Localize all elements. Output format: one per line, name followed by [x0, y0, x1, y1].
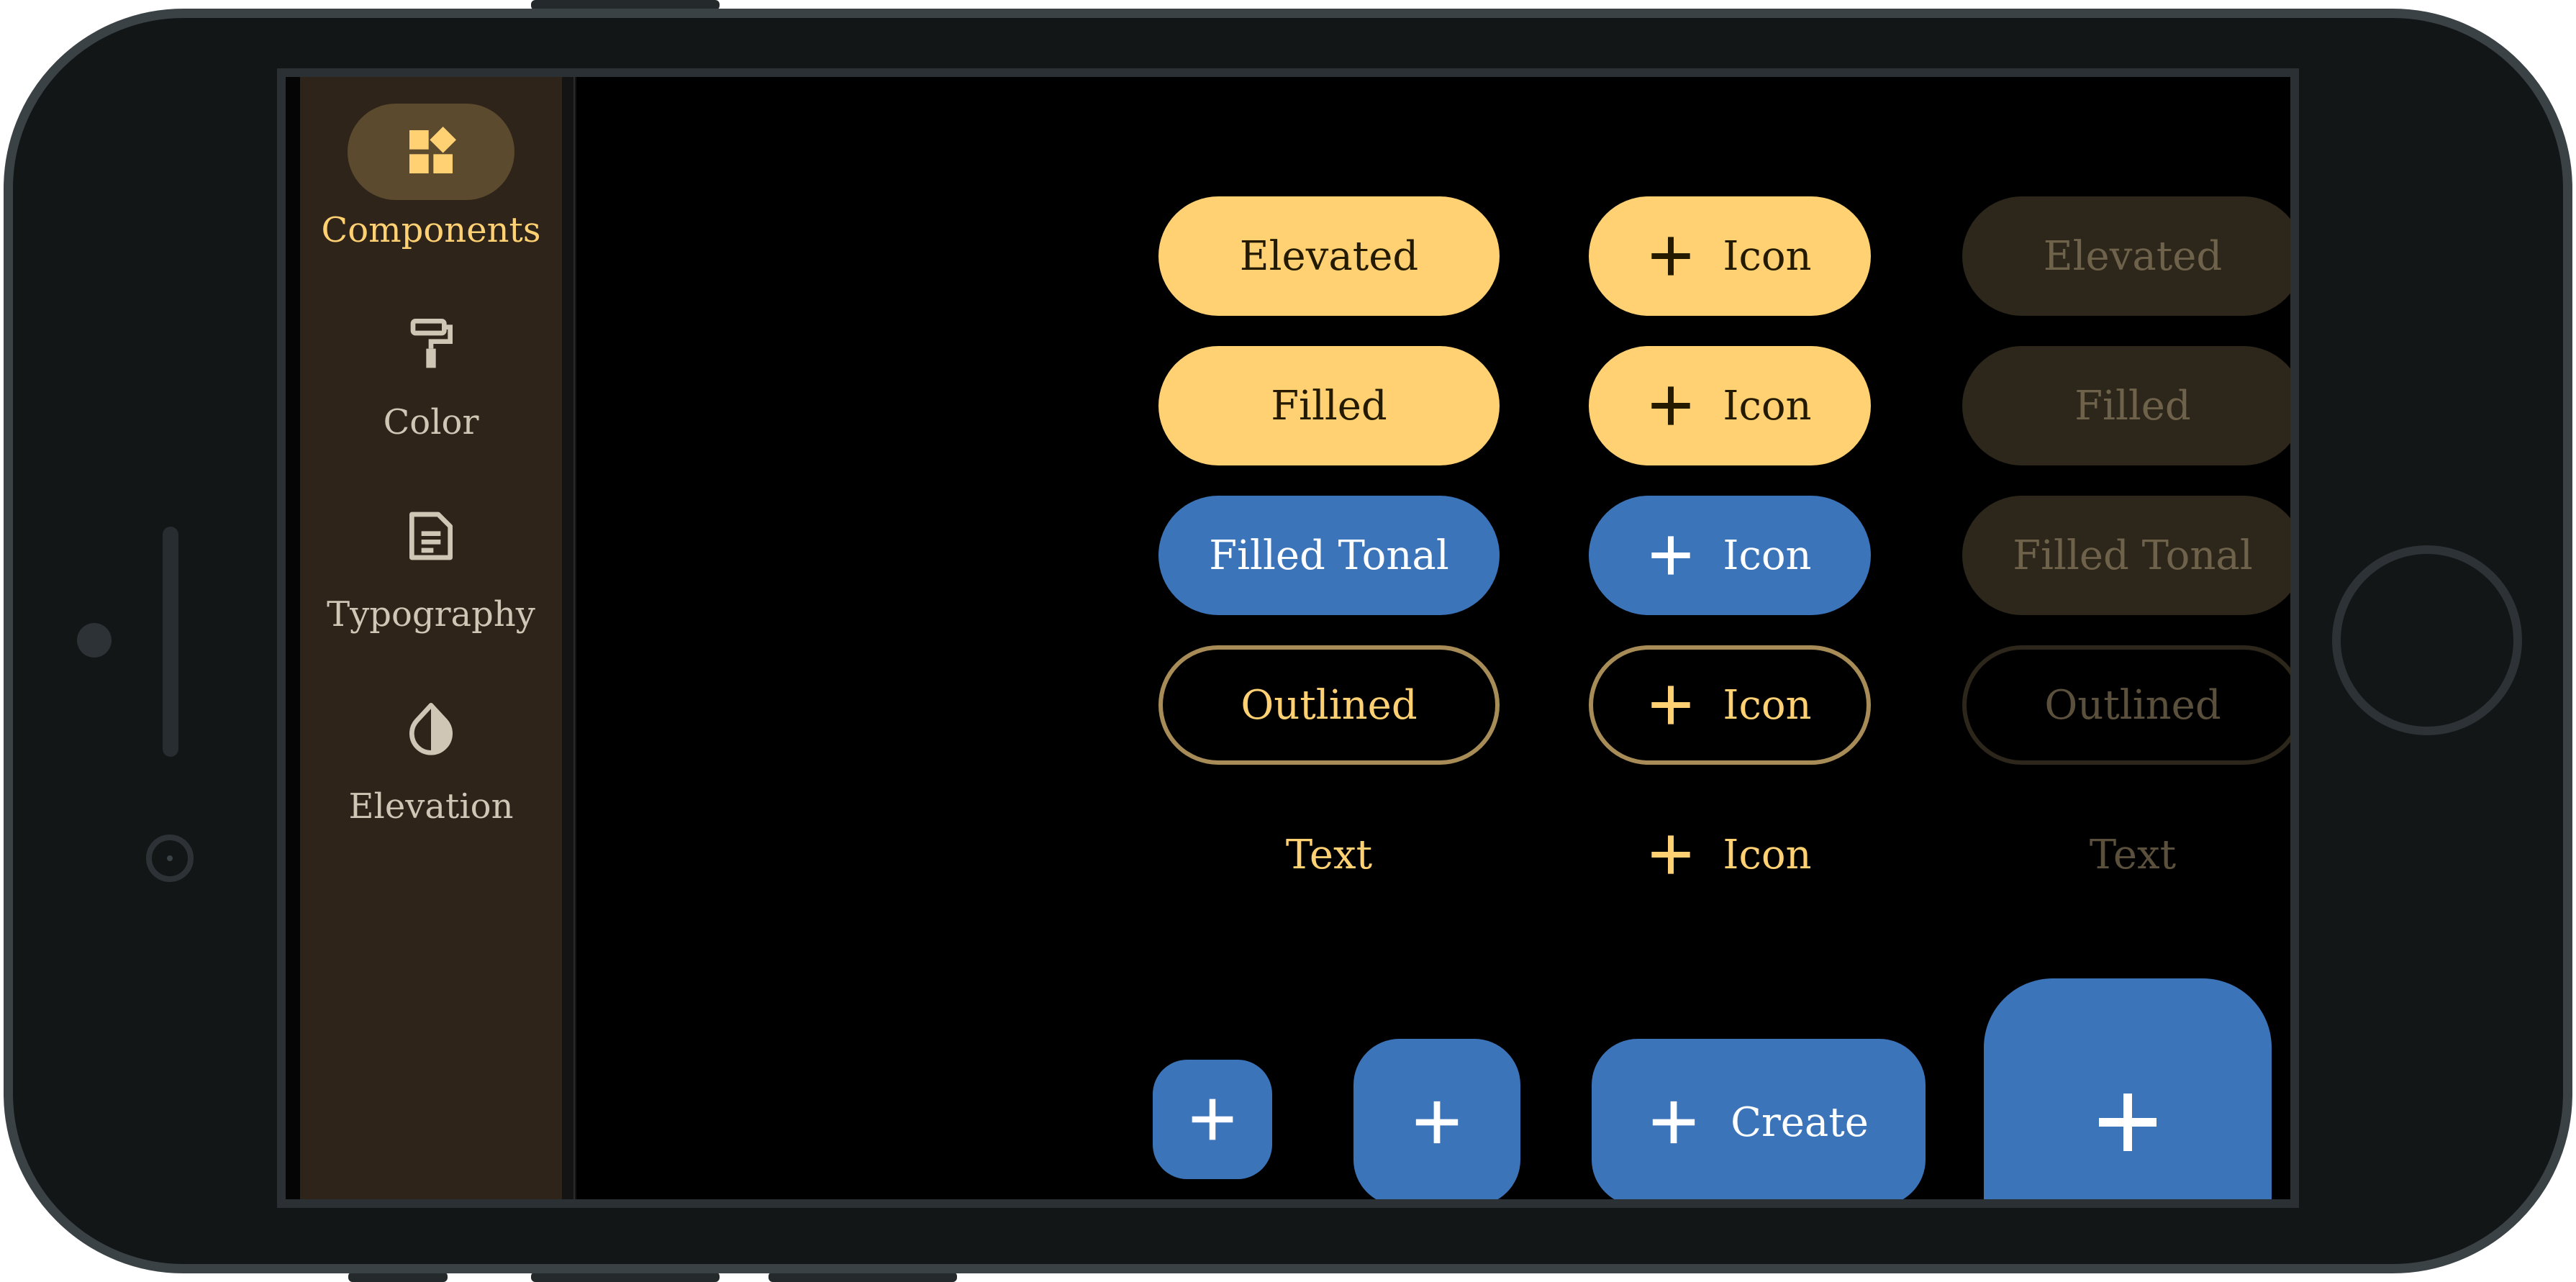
front-camera: [146, 835, 194, 882]
add-icon: [1415, 1101, 1459, 1144]
add-icon: [1192, 1099, 1233, 1140]
navigation-rail: Components Color Typography Elevation: [300, 77, 562, 1199]
filled-tonal-icon-button[interactable]: Icon: [1589, 496, 1871, 615]
document-icon: [409, 512, 453, 560]
rail-item-label: Components: [321, 210, 541, 250]
rail-icon-container: [348, 296, 514, 392]
filled-tonal-button[interactable]: Filled Tonal: [1158, 496, 1500, 615]
app-screen: Components Color Typography Elevation El…: [277, 68, 2299, 1208]
button-label: Outlined: [1241, 681, 1418, 729]
outlined-button[interactable]: Outlined: [1158, 645, 1500, 765]
text-icon-button[interactable]: Icon: [1589, 795, 1871, 914]
paint-roller-icon: [410, 319, 453, 368]
speaker-slot: [163, 527, 178, 757]
outlined-icon-button[interactable]: Icon: [1589, 645, 1871, 765]
button-label: Text: [1285, 831, 1373, 878]
add-icon: [1651, 536, 1691, 575]
add-icon: [1651, 237, 1691, 276]
rail-item-label: Color: [383, 402, 479, 442]
filled-icon-button[interactable]: Icon: [1589, 346, 1871, 465]
home-button[interactable]: [2332, 545, 2522, 735]
add-icon: [1651, 386, 1691, 425]
button-label: Icon: [1723, 382, 1812, 429]
large-fab[interactable]: [1984, 978, 2272, 1199]
button-label: Text: [2089, 831, 2177, 878]
rail-item-elevation[interactable]: Elevation: [300, 680, 562, 853]
button-label: Outlined: [2044, 681, 2221, 729]
opacity-drop-icon: [409, 703, 453, 755]
elevated-icon-button[interactable]: Icon: [1589, 196, 1871, 316]
elevated-button[interactable]: Elevated: [1158, 196, 1500, 316]
rail-divider: [562, 77, 576, 1199]
rail-item-components[interactable]: Components: [300, 104, 562, 276]
button-label: Icon: [1723, 831, 1812, 878]
outlined-button-disabled: Outlined: [1962, 645, 2290, 765]
side-key-bottom-2: [531, 1272, 720, 1282]
button-label: Filled: [1271, 382, 1387, 429]
rail-icon-container: [348, 488, 514, 584]
button-label: Elevated: [2043, 232, 2223, 280]
fab-label: Create: [1731, 1099, 1869, 1146]
side-key-bottom-1: [348, 1272, 448, 1282]
active-indicator: [348, 104, 514, 200]
button-label: Icon: [1723, 532, 1812, 579]
add-icon: [1651, 686, 1691, 724]
button-label: Icon: [1723, 232, 1812, 280]
rail-item-label: Typography: [327, 594, 535, 635]
button-label: Filled Tonal: [1209, 532, 1449, 579]
button-label: Elevated: [1239, 232, 1419, 280]
add-icon: [1651, 835, 1691, 874]
elevated-button-disabled: Elevated: [1962, 196, 2290, 316]
fab[interactable]: [1353, 1039, 1520, 1199]
rail-item-color[interactable]: Color: [300, 296, 562, 468]
screen-gutter: [286, 77, 300, 1199]
button-label: Icon: [1723, 681, 1812, 729]
side-key-bottom-3: [768, 1272, 957, 1282]
add-icon: [2099, 1094, 2157, 1151]
components-icon: [409, 127, 456, 173]
small-fab[interactable]: [1153, 1060, 1272, 1179]
proximity-sensor: [77, 623, 112, 658]
device-stage: Components Color Typography Elevation El…: [0, 0, 2576, 1282]
button-label: Filled: [2074, 382, 2191, 429]
rail-icon-container: [348, 680, 514, 776]
filled-button[interactable]: Filled: [1158, 346, 1500, 465]
filled-tonal-button-disabled: Filled Tonal: [1962, 496, 2290, 615]
add-icon: [1652, 1101, 1695, 1144]
rail-item-typography[interactable]: Typography: [300, 488, 562, 660]
rail-item-label: Elevation: [348, 786, 514, 827]
components-content: Elevated Filled Filled Tonal Outlined Te…: [576, 77, 2290, 1199]
button-label: Filled Tonal: [2013, 532, 2253, 579]
filled-button-disabled: Filled: [1962, 346, 2290, 465]
extended-fab[interactable]: Create: [1592, 1039, 1926, 1199]
text-button-disabled: Text: [1962, 795, 2290, 914]
text-button[interactable]: Text: [1158, 795, 1500, 914]
